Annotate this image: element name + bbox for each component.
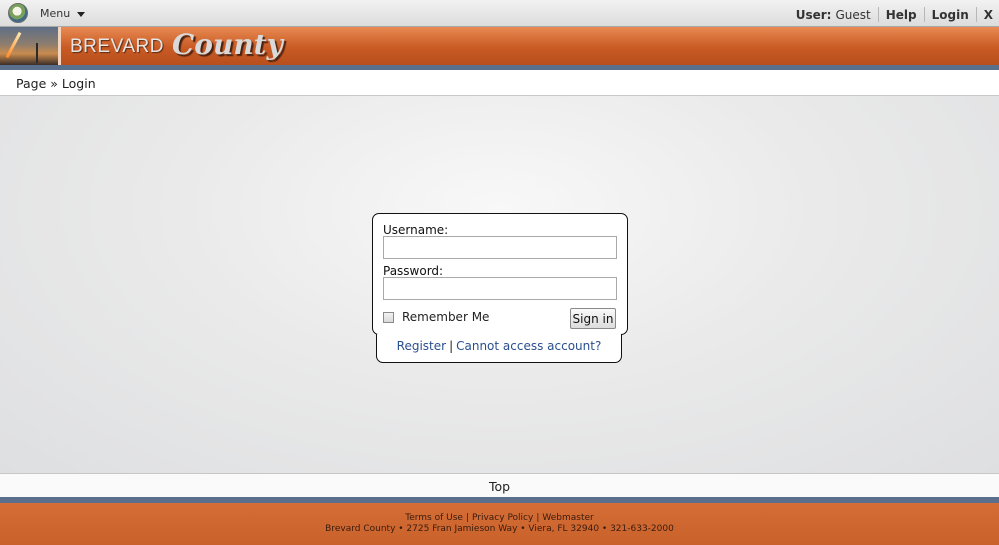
user-label: User: xyxy=(795,7,832,22)
main-content: Username: Password: Remember Me Sign in … xyxy=(0,96,999,473)
banner-script-title: County xyxy=(172,28,283,61)
toolbar-divider xyxy=(975,7,977,22)
login-link[interactable]: Login xyxy=(932,8,969,22)
footer-links: Terms of Use | Privacy Policy | Webmaster xyxy=(0,513,999,523)
password-input[interactable] xyxy=(383,277,617,300)
login-form: Username: Password: Remember Me Sign in xyxy=(372,213,628,335)
username-input[interactable] xyxy=(383,236,617,259)
remember-me-checkbox[interactable] xyxy=(383,311,394,323)
register-link[interactable]: Register xyxy=(397,339,446,353)
site-banner: BREVARD County xyxy=(0,27,999,65)
webmaster-link[interactable]: Webmaster xyxy=(542,513,593,523)
close-button[interactable]: X xyxy=(984,8,993,22)
username-label: Username: xyxy=(383,223,449,237)
account-links: Register | Cannot access account? xyxy=(376,334,622,363)
user-name: Guest xyxy=(835,7,871,22)
breadcrumb: Page » Login xyxy=(0,70,999,96)
user-toolbar: User: Guest Help Login X xyxy=(796,7,993,22)
banner-title: BREVARD xyxy=(70,36,164,57)
footer-separator: | xyxy=(536,513,540,523)
banner-divider xyxy=(58,27,61,65)
top-link[interactable]: Top xyxy=(489,479,510,494)
remember-me: Remember Me xyxy=(383,310,489,324)
toolbar-divider xyxy=(877,7,879,22)
privacy-policy-link[interactable]: Privacy Policy xyxy=(472,513,533,523)
sign-in-button[interactable]: Sign in xyxy=(570,308,616,329)
terms-of-use-link[interactable]: Terms of Use xyxy=(405,513,463,523)
launch-tower xyxy=(36,43,38,63)
toolbar-divider xyxy=(923,7,925,22)
rocket-launch-photo xyxy=(0,27,58,65)
back-to-top-bar: Top xyxy=(0,473,999,497)
breadcrumb-current: Login xyxy=(61,76,96,91)
footer-address: Brevard County • 2725 Fran Jamieson Way … xyxy=(325,524,674,534)
county-seal-icon[interactable] xyxy=(8,3,28,23)
remember-me-label: Remember Me xyxy=(402,310,490,324)
breadcrumb-page: Page xyxy=(16,76,47,91)
rocket-trail xyxy=(5,31,22,59)
menu-label: Menu xyxy=(40,7,71,20)
footer-separator: | xyxy=(465,513,469,523)
password-label: Password: xyxy=(383,264,444,278)
cannot-access-account-link[interactable]: Cannot access account? xyxy=(456,339,601,353)
site-footer: Terms of Use | Privacy Policy | Webmaster Br… xyxy=(0,503,999,545)
caret-down-icon xyxy=(77,11,86,17)
links-separator: | xyxy=(449,339,454,353)
menu-button[interactable]: Menu xyxy=(40,7,86,20)
help-link[interactable]: Help xyxy=(886,8,917,22)
top-toolbar: Menu User: Guest Help Login X xyxy=(0,0,999,27)
breadcrumb-separator: » xyxy=(50,76,58,91)
